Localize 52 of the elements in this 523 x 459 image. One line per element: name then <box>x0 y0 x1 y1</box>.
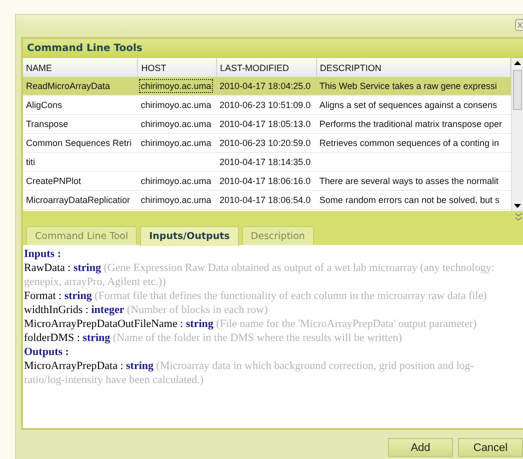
table-cell: This Web Service takes a raw gene expressi <box>319 81 497 91</box>
table-row[interactable]: Common Sequences Retri chirimoyo.ac.uma 2010-06-23 10:20:59.0 Retrieves common sequences of a conting in <box>23 134 510 152</box>
table-cell: titi <box>26 157 35 167</box>
column-header[interactable]: HOST <box>138 58 217 77</box>
column-header[interactable]: NAME <box>23 58 138 77</box>
close-icon[interactable] <box>515 19 523 31</box>
table-cell: CreatePNPlot <box>26 176 82 186</box>
table-cell: 2010-04-17 18:06:54.0 <box>220 195 311 205</box>
section-heading: Inputs : <box>24 247 62 261</box>
table-cell: chirimoyo.ac.uma <box>140 81 212 91</box>
parameter-line: MicroArrayPrepDataOutFileName : string (File name for the 'MicroArrayPrepData' output parameter) <box>24 317 478 331</box>
table-cell: chirimoyo.ac.uma <box>140 138 212 148</box>
table-cell: Some random errors can not be solved, but s <box>319 195 500 205</box>
parameter-line: folderDMS : string (Name of the folder in the DMS where the results will be written) <box>24 331 403 345</box>
table-row[interactable]: MicroarrayDataReplicatior chirimoyo.ac.uma 2010-04-17 18:06:54.0 Some random errors can not be solved, but s <box>23 190 510 210</box>
parameter-line: MicroArrayPrepData : string (Microarray data in which background correction, grid position and log-ratio/log-intensity have been calculated.) <box>24 359 475 387</box>
table-cell: 2010-06-23 10:51:09.0 <box>220 100 311 110</box>
table-cell: MicroarrayDataReplicatior <box>26 195 130 205</box>
table-row[interactable]: CreatePNPlot chirimoyo.ac.uma 2010-04-17 18:06:16.0 There are several ways to asses the normalit <box>23 172 510 190</box>
parameter-line: Format : string (Format file that defines the functionality of each column in the microarray raw data file) <box>24 289 488 303</box>
table-cell: chirimoyo.ac.uma <box>140 100 212 110</box>
tab[interactable]: Inputs/Outputs <box>140 226 239 246</box>
table-cell: 2010-06-23 10:20:59.0 <box>220 138 311 148</box>
table-cell: ReadMicroArrayData <box>26 81 110 91</box>
table-row[interactable]: Transpose chirimoyo.ac.uma 2010-04-17 18:05:13.0 Performs the traditional matrix transpose oper <box>23 114 510 134</box>
panel-title: Command Line Tools <box>27 43 142 54</box>
table-row[interactable]: ReadMicroArrayData chirimoyo.ac.uma 2010-04-17 18:04:25.0 This Web Service takes a raw gene expressi <box>23 77 510 96</box>
table-cell: Aligns a set of sequences against a consens <box>319 100 498 110</box>
table-cell: chirimoyo.ac.uma <box>140 195 212 205</box>
table-cell: Common Sequences Retri <box>26 138 132 148</box>
table-cell: 2010-04-17 18:06:16.0 <box>220 176 311 186</box>
table-row[interactable]: AligCons chirimoyo.ac.uma 2010-06-23 10:51:09.0 Aligns a set of sequences against a consens <box>23 96 510 114</box>
table-row[interactable]: titi 2010-04-17 18:14:35.0 <box>23 152 510 172</box>
table-cell: chirimoyo.ac.uma <box>140 119 212 129</box>
parameter-line: RawData : string (Gene Expression Raw Data obtained as output of a wet lab microarray (any technology: genepix, arrayPro, Agilent etc.)) <box>24 261 496 289</box>
table-cell: Transpose <box>26 119 68 129</box>
table-cell: Performs the traditional matrix transpose oper <box>319 119 502 129</box>
table-cell: chirimoyo.ac.uma <box>140 176 212 186</box>
section-heading: Outputs : <box>24 345 70 359</box>
parameter-line: widthInGrids : integer (Number of blocks in each row) <box>24 303 269 317</box>
scrollbar[interactable] <box>511 58 523 211</box>
table-cell: Retrieves common sequences of a conting in <box>319 138 500 148</box>
dialog-button[interactable]: Add <box>388 438 453 457</box>
scroll-thumb[interactable] <box>513 70 522 110</box>
table-cell: AligCons <box>26 100 62 110</box>
dialog-button[interactable]: Cancel <box>458 438 523 457</box>
table-cell: 2010-04-17 18:04:25.0 <box>220 81 311 91</box>
table-cell: 2010-04-17 18:14:35.0 <box>220 157 311 167</box>
column-header[interactable]: LAST-MODIFIED <box>216 58 316 77</box>
column-header[interactable]: DESCRIPTION <box>316 58 510 77</box>
table-cell: There are several ways to asses the normalit <box>319 176 498 186</box>
table-cell: 2010-04-17 18:05:13.0 <box>220 119 311 129</box>
